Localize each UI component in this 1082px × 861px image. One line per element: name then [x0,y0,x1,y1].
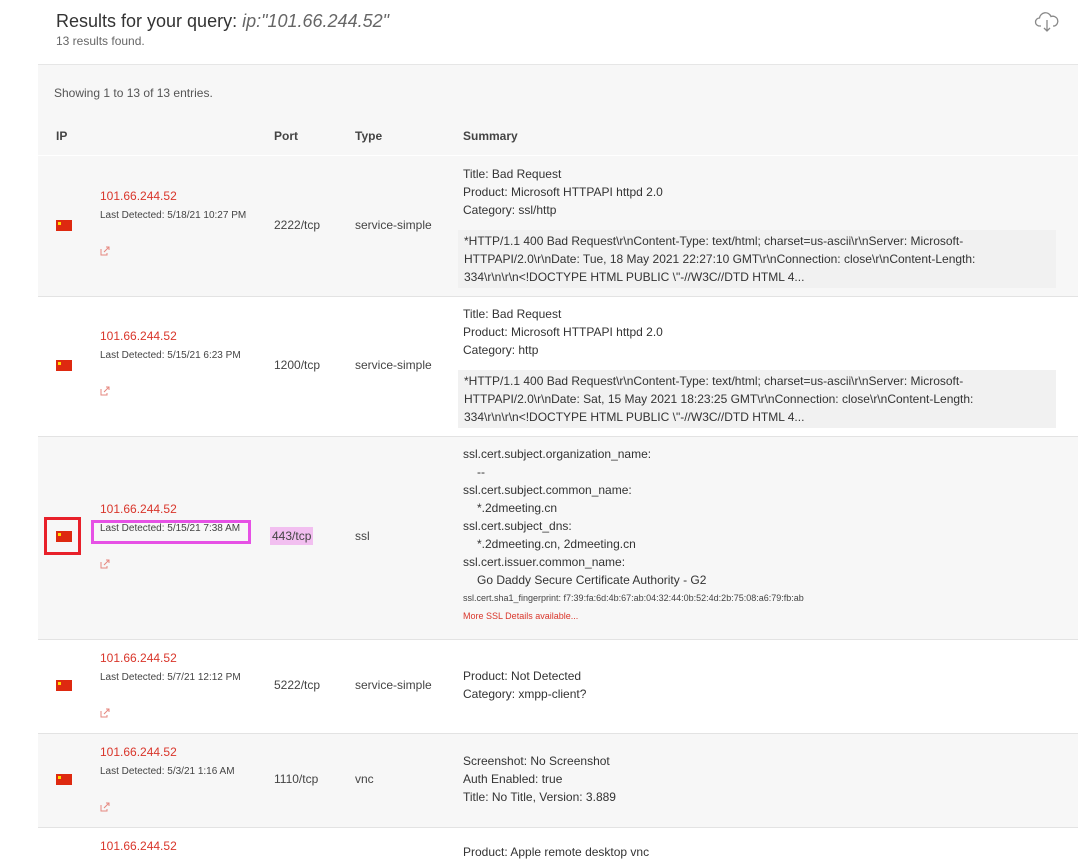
type-value: service-simple [355,678,432,692]
ip-link[interactable]: 101.66.244.52 [100,502,177,516]
results-header: Results for your query: ip:"101.66.244.5… [38,0,1078,65]
port-value[interactable]: 5222/tcp [274,678,320,692]
table-row: 101.66.244.52 Last Detected: 5/18/21 10:… [38,156,1078,297]
type-value: vnc [355,772,374,786]
summary-line: Product: Apple remote desktop vnc [463,845,650,859]
summary-line: ssl.cert.subject.organization_name: [463,447,652,461]
summary: Product: Apple remote desktop vnc [463,843,649,861]
column-header-type[interactable]: Type [355,129,382,143]
table-row: 101.66.244.52 Last Detected: 5/15/21 6:2… [38,297,1078,437]
summary-line: *.2dmeeting.cn, 2dmeeting.cn [477,537,636,551]
type-value: service-simple [355,218,432,232]
external-link-icon[interactable] [100,708,110,718]
banner-line: 334\r\n\r\n<!DOCTYPE HTML PUBLIC \"-//W3… [464,270,805,284]
table-row: 101.66.244.52 Last Detected: 5/15/21 7:3… [38,437,1078,640]
results-panel: Results for your query: ip:"101.66.244.5… [38,0,1078,860]
title-prefix: Results for your query: [56,11,238,31]
summary-line: Title: Bad Request [463,307,562,321]
port-highlight: 443/tcp [270,527,314,545]
china-flag-icon [56,680,72,691]
summary: Title: Bad Request Product: Microsoft HT… [463,165,663,219]
summary-line: ssl.cert.subject.common_name: [463,483,632,497]
summary-line: Title: Bad Request [463,167,562,181]
ip-link[interactable]: 101.66.244.52 [100,189,177,203]
highlight-box-detected [91,520,251,544]
china-flag-icon [56,774,72,785]
last-detected: Last Detected: 5/15/21 6:23 PM [100,350,241,361]
external-link-icon[interactable] [100,802,110,812]
ssl-fingerprint: ssl.cert.sha1_fingerprint: f7:39:fa:6d:4… [463,593,804,603]
type-value: ssl [355,529,370,543]
summary-line: Category: http [463,343,539,357]
last-detected: Last Detected: 5/18/21 10:27 PM [100,210,247,221]
port-value[interactable]: 2222/tcp [274,218,320,232]
summary: Title: Bad Request Product: Microsoft HT… [463,305,663,359]
banner-text: *HTTP/1.1 400 Bad Request\r\nContent-Typ… [458,370,1056,428]
left-gutter [0,0,38,860]
column-header-ip[interactable]: IP [56,129,67,143]
summary-line: Go Daddy Secure Certificate Authority - … [477,573,707,587]
ip-link[interactable]: 101.66.244.52 [100,651,177,665]
summary-line: Screenshot: No Screenshot [463,754,610,768]
query-text: ip:"101.66.244.52" [242,11,389,31]
summary-line: Category: ssl/http [463,203,557,217]
summary: ssl.cert.subject.organization_name: -- s… [463,445,804,625]
table-row: 101.66.244.52 Last Detected: 5/3/21 1:16… [38,734,1078,828]
last-detected: Last Detected: 5/3/21 1:16 AM [100,766,235,777]
ip-link[interactable]: 101.66.244.52 [100,329,177,343]
banner-line: 334\r\n\r\n<!DOCTYPE HTML PUBLIC \"-//W3… [464,410,805,424]
china-flag-icon [56,360,72,371]
summary-line: Product: Microsoft HTTPAPI httpd 2.0 [463,185,663,199]
page-title: Results for your query: ip:"101.66.244.5… [56,11,389,32]
summary-line: *.2dmeeting.cn [477,501,558,515]
showing-entries: Showing 1 to 13 of 13 entries. [54,86,213,100]
external-link-icon[interactable] [100,559,110,569]
summary-line: Category: xmpp-client? [463,687,587,701]
port-value[interactable]: 1200/tcp [274,358,320,372]
banner-line: HTTPAPI/2.0\r\nDate: Sat, 15 May 2021 18… [464,392,974,406]
more-ssl-details-link[interactable]: More SSL Details available... [463,607,804,625]
column-header-port[interactable]: Port [274,129,298,143]
summary-line: ssl.cert.subject_dns: [463,519,572,533]
summary-line: -- [477,465,485,479]
banner-text: *HTTP/1.1 400 Bad Request\r\nContent-Typ… [458,230,1056,288]
last-detected: Last Detected: 5/7/21 12:12 PM [100,672,241,683]
summary-line: ssl.cert.issuer.common_name: [463,555,626,569]
port-value[interactable]: 1110/tcp [274,772,318,786]
port-value[interactable]: 443/tcp [270,527,314,545]
banner-line: HTTPAPI/2.0\r\nDate: Tue, 18 May 2021 22… [464,252,976,266]
summary-line: Product: Microsoft HTTPAPI httpd 2.0 [463,325,663,339]
table-row: 101.66.244.52 Product: Apple remote desk… [38,828,1078,860]
column-header-summary[interactable]: Summary [463,129,518,143]
china-flag-icon [56,220,72,231]
highlight-box-flag [44,517,81,555]
summary-line: Title: No Title, Version: 3.889 [463,790,616,804]
results-count: 13 results found. [56,34,145,48]
summary-line: Auth Enabled: true [463,772,563,786]
table-info-bar: Showing 1 to 13 of 13 entries. IP Port T… [38,65,1078,155]
external-link-icon[interactable] [100,386,110,396]
cloud-download-icon[interactable] [1034,10,1060,34]
summary: Screenshot: No Screenshot Auth Enabled: … [463,752,616,806]
summary-line: Product: Not Detected [463,669,582,683]
external-link-icon[interactable] [100,246,110,256]
table-row: 101.66.244.52 Last Detected: 5/7/21 12:1… [38,640,1078,734]
banner-line: *HTTP/1.1 400 Bad Request\r\nContent-Typ… [464,234,964,248]
type-value: service-simple [355,358,432,372]
ip-link[interactable]: 101.66.244.52 [100,839,177,853]
summary: Product: Not Detected Category: xmpp-cli… [463,667,586,703]
ip-link[interactable]: 101.66.244.52 [100,745,177,759]
banner-line: *HTTP/1.1 400 Bad Request\r\nContent-Typ… [464,374,964,388]
